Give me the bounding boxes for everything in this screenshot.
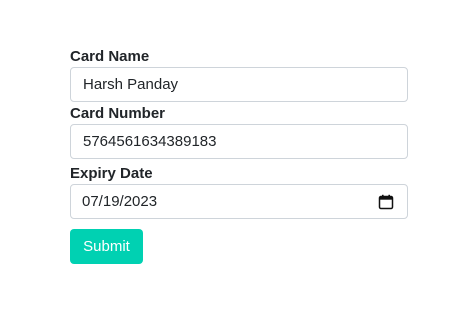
card-number-value: 5764561634389183 [83,133,217,150]
card-number-input[interactable]: 5764561634389183 [70,124,408,159]
expiry-date-input[interactable]: 07/19/2023 [70,184,408,219]
expiry-date-value: 07/19/2023 [82,193,158,210]
calendar-icon[interactable] [378,194,394,210]
submit-button[interactable]: Submit [70,229,143,264]
card-name-value: Harsh Panday [83,76,179,93]
card-number-group: Card Number 5764561634389183 [70,105,408,159]
expiry-date-group: Expiry Date 07/19/2023 [70,165,408,219]
card-number-label: Card Number [70,105,166,122]
card-name-group: Card Name Harsh Panday [70,48,408,102]
card-name-label: Card Name [70,48,150,65]
card-form: Card Name Harsh Panday Card Number 57645… [70,48,408,264]
card-name-input[interactable]: Harsh Panday [70,67,408,102]
expiry-date-label: Expiry Date [70,165,153,182]
